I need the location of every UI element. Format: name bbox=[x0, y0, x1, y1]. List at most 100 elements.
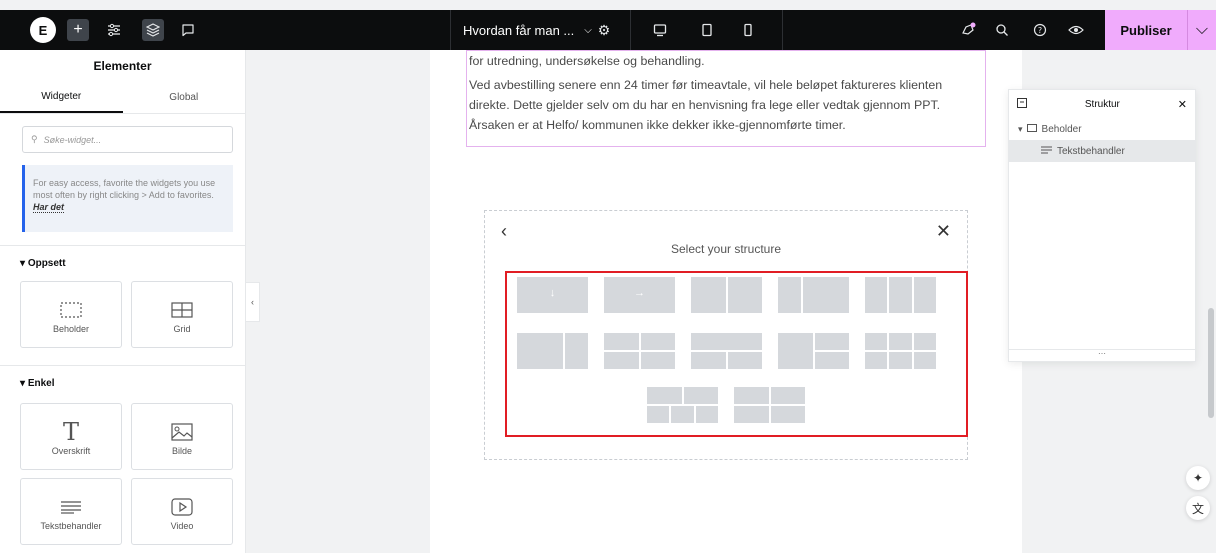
text-editor-icon bbox=[60, 493, 82, 521]
elementor-logo[interactable]: E bbox=[30, 17, 56, 43]
widget-text-editor[interactable]: Tekstbehandler bbox=[20, 478, 122, 545]
tablet-icon[interactable] bbox=[697, 20, 717, 40]
notifications-icon[interactable] bbox=[958, 20, 978, 40]
tab-global[interactable]: Global bbox=[123, 82, 246, 113]
comment-icon[interactable] bbox=[178, 20, 198, 40]
structure-item-container[interactable]: ▾ Beholder bbox=[1009, 118, 1195, 140]
caret-down-icon: ▾ bbox=[1018, 123, 1023, 134]
preset-cell bbox=[647, 387, 718, 404]
widget-grid[interactable]: Grid bbox=[131, 281, 233, 348]
preset-cell bbox=[695, 406, 718, 423]
container-icon bbox=[1026, 123, 1037, 135]
preset-cell bbox=[770, 406, 805, 423]
preset-cell bbox=[691, 352, 762, 369]
preset-cell bbox=[865, 333, 888, 350]
preset-cell bbox=[647, 387, 682, 404]
publish-options-chevron-icon[interactable]: ⌵ bbox=[1187, 10, 1216, 50]
preset-column bbox=[640, 333, 675, 369]
preset-two-thirds-one[interactable] bbox=[517, 333, 588, 369]
structure-item-text-editor[interactable]: Tekstbehandler bbox=[1009, 140, 1195, 162]
search-icon[interactable] bbox=[992, 20, 1012, 40]
document-title-dropdown[interactable]: Hvordan får man ... ⌵ bbox=[463, 10, 592, 50]
structure-header: Struktur ✕ bbox=[1009, 90, 1195, 118]
preset-cell bbox=[734, 387, 769, 404]
preset-two-over-three[interactable] bbox=[647, 387, 718, 423]
widget-label: Grid bbox=[173, 323, 191, 334]
chevron-down-icon: ⌵ bbox=[584, 24, 592, 36]
structure-title: Struktur bbox=[1084, 98, 1120, 110]
preset-one-two-thirds[interactable] bbox=[778, 277, 849, 313]
preset-flex-row[interactable]: → bbox=[604, 277, 675, 313]
preset-column bbox=[814, 333, 849, 369]
search-placeholder: Søke-widget... bbox=[43, 134, 102, 145]
gear-icon[interactable]: ⚙ bbox=[594, 20, 614, 40]
structure-layers-button[interactable] bbox=[142, 19, 164, 41]
preset-one-over-two[interactable] bbox=[691, 333, 762, 369]
translate-icon[interactable]: 文 bbox=[1186, 496, 1210, 520]
preset-column bbox=[517, 333, 563, 369]
widget-label: Video bbox=[170, 520, 194, 531]
text-editor-block[interactable]: for utredning, undersøkelse og behandlin… bbox=[466, 50, 986, 147]
structure-presets: ↓ → bbox=[505, 271, 968, 437]
mobile-icon[interactable] bbox=[738, 20, 758, 40]
preset-two-columns[interactable] bbox=[691, 277, 762, 313]
preset-column bbox=[803, 277, 849, 313]
widget-panel: Elementer Widgeter Global ⚲ Søke-widget.… bbox=[0, 50, 246, 553]
preset-grid-2x2[interactable] bbox=[604, 333, 675, 369]
image-icon bbox=[171, 418, 193, 446]
section-header-basic[interactable]: ▾ Enkel bbox=[20, 378, 55, 389]
preset-grid-3x2[interactable] bbox=[865, 333, 936, 369]
preset-three-over-two[interactable] bbox=[734, 387, 805, 423]
tip-dismiss-link[interactable]: Har det bbox=[33, 202, 65, 213]
preset-cell bbox=[734, 387, 805, 404]
preset-column bbox=[889, 333, 912, 369]
preset-flex-column[interactable]: ↓ bbox=[517, 277, 588, 313]
svg-text:?: ? bbox=[1038, 26, 1042, 35]
toolbar-divider bbox=[450, 10, 451, 50]
toolbar-divider bbox=[782, 10, 783, 50]
widget-image[interactable]: Bilde bbox=[131, 403, 233, 470]
grid-icon bbox=[171, 296, 193, 324]
widget-video[interactable]: Video bbox=[131, 478, 233, 545]
preset-cell bbox=[647, 406, 718, 423]
caret-down-icon: ▾ bbox=[20, 258, 28, 269]
site-settings-icon[interactable] bbox=[104, 20, 124, 40]
preset-cell bbox=[734, 406, 769, 423]
chevron-left-icon[interactable]: ‹ bbox=[501, 221, 507, 242]
add-element-button[interactable]: + bbox=[67, 19, 89, 41]
structure-item-label: Tekstbehandler bbox=[1057, 145, 1125, 157]
preset-cell bbox=[734, 406, 805, 423]
section-header-layout[interactable]: ▾ Oppsett bbox=[20, 258, 66, 269]
close-icon[interactable]: ✕ bbox=[936, 221, 951, 242]
panel-tabs: Widgeter Global bbox=[0, 82, 245, 114]
preset-three-columns[interactable] bbox=[865, 277, 936, 313]
widget-label: Overskrift bbox=[51, 445, 91, 456]
preset-cell bbox=[647, 406, 670, 423]
text-editor-icon bbox=[1041, 146, 1052, 157]
preset-one-and-stacked[interactable] bbox=[778, 333, 849, 369]
container-icon bbox=[60, 296, 82, 324]
widget-container[interactable]: Beholder bbox=[20, 281, 122, 348]
close-icon[interactable]: ✕ bbox=[1178, 98, 1187, 111]
section-divider bbox=[0, 245, 245, 246]
resize-handle[interactable]: ⋯ bbox=[1009, 349, 1195, 361]
panel-title: Elementer bbox=[93, 59, 152, 73]
preview-eye-icon[interactable] bbox=[1066, 20, 1086, 40]
collapse-panel-chevron-left-icon[interactable]: ‹ bbox=[246, 282, 260, 322]
preset-cell bbox=[640, 352, 675, 369]
structure-picker-title: Select your structure bbox=[670, 242, 782, 256]
preset-cell bbox=[865, 352, 888, 369]
desktop-icon[interactable] bbox=[650, 20, 670, 40]
help-icon[interactable]: ? bbox=[1030, 20, 1050, 40]
scrollbar-thumb[interactable] bbox=[1208, 308, 1214, 418]
preset-column bbox=[778, 333, 813, 369]
favorites-tip: For easy access, favorite the widgets yo… bbox=[22, 165, 233, 232]
publish-button[interactable]: Publiser bbox=[1105, 10, 1187, 50]
tab-widgets[interactable]: Widgeter bbox=[0, 82, 123, 113]
arrow-right-icon: → bbox=[634, 287, 645, 299]
widget-heading[interactable]: T Overskrift bbox=[20, 403, 122, 470]
preset-cell bbox=[683, 387, 718, 404]
ai-sparkle-icon[interactable]: ✦ bbox=[1186, 466, 1210, 490]
widget-search-input[interactable]: ⚲ Søke-widget... bbox=[22, 126, 233, 153]
preset-cell bbox=[671, 406, 694, 423]
